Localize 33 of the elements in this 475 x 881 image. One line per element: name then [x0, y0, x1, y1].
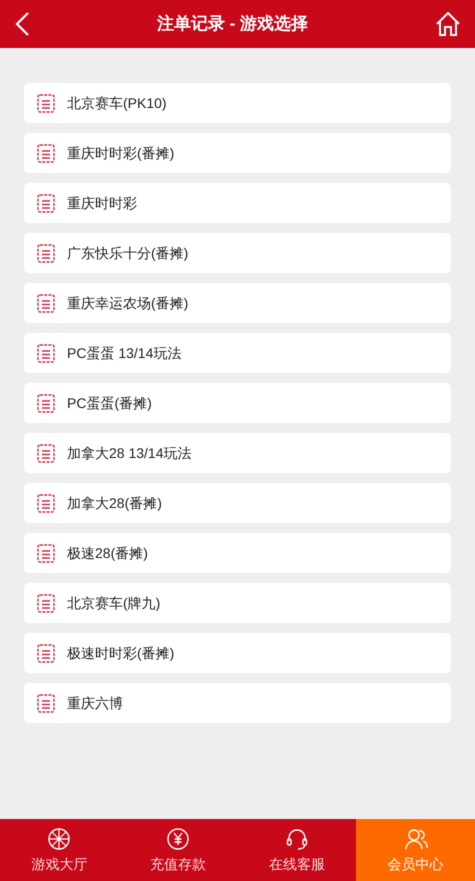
page-title: 注单记录 - 游戏选择	[156, 13, 308, 36]
list-icon	[37, 343, 55, 363]
list-icon	[37, 393, 55, 413]
list-icon	[37, 493, 55, 513]
list-icon	[37, 143, 55, 163]
list-icon	[37, 293, 55, 313]
game-list-item[interactable]: 重庆幸运农场(番摊)	[24, 283, 451, 323]
game-list-item[interactable]: 加拿大28(番摊)	[24, 483, 451, 523]
yen-icon	[166, 827, 190, 851]
list-icon	[37, 243, 55, 263]
home-icon[interactable]	[434, 11, 461, 37]
users-icon	[404, 827, 428, 851]
back-icon[interactable]	[14, 11, 30, 37]
game-list-item[interactable]: 北京赛车(PK10)	[24, 83, 451, 123]
list-icon	[37, 443, 55, 463]
game-list-item[interactable]: 重庆六博	[24, 683, 451, 723]
game-list-item[interactable]: 重庆时时彩(番摊)	[24, 133, 451, 173]
list-icon	[37, 643, 55, 663]
game-list-item[interactable]: 广东快乐十分(番摊)	[24, 233, 451, 273]
game-list-item[interactable]: PC蛋蛋 13/14玩法	[24, 333, 451, 373]
list-icon	[37, 693, 55, 713]
wheel-icon	[47, 827, 72, 851]
list-icon	[37, 593, 55, 613]
game-list-item[interactable]: 加拿大28 13/14玩法	[24, 433, 451, 473]
list-icon	[37, 193, 55, 213]
game-list-item[interactable]: 极速时时彩(番摊)	[24, 633, 451, 673]
list-icon	[37, 543, 55, 563]
list-icon	[37, 93, 55, 113]
game-list-item[interactable]: 北京赛车(牌九)	[24, 583, 451, 623]
headset-icon	[284, 827, 309, 851]
game-list-item[interactable]: 重庆时时彩	[24, 183, 451, 223]
game-list-item[interactable]: 极速28(番摊)	[24, 533, 451, 573]
game-list-item[interactable]: PC蛋蛋(番摊)	[24, 383, 451, 423]
